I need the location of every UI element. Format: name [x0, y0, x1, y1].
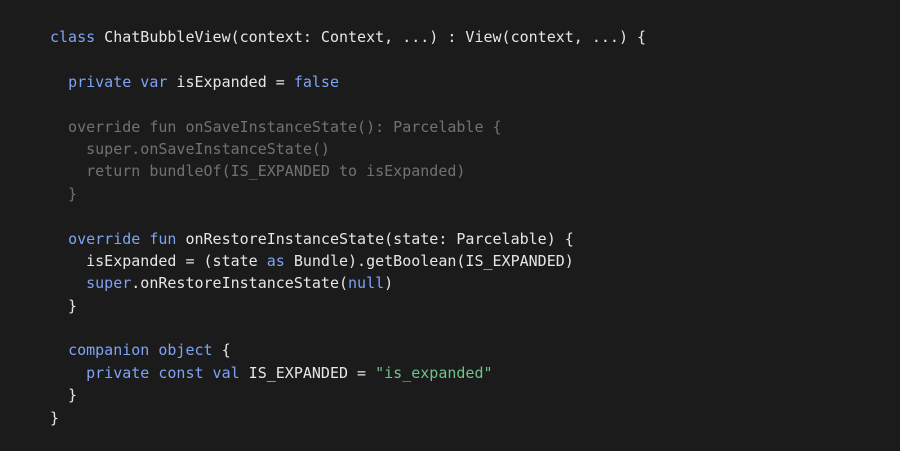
code-keyword: super	[86, 274, 132, 293]
code-text: }	[50, 296, 78, 315]
code-line: private var isExpanded = false	[50, 71, 646, 93]
code-block: class ChatBubbleView(context: Context, .…	[50, 26, 646, 429]
code-keyword: as	[266, 251, 285, 270]
code-line: isExpanded = (state as Bundle).getBoolea…	[50, 250, 646, 272]
code-line: override fun onRestoreInstanceState(stat…	[50, 228, 646, 250]
code-line: }	[50, 295, 646, 317]
code-text: override fun onSaveInstanceState(): Parc…	[50, 117, 502, 136]
code-text: return bundleOf(IS_EXPANDED to isExpande…	[50, 162, 466, 181]
code-text: Bundle).getBoolean(IS_EXPANDED)	[284, 251, 574, 270]
code-keyword: false	[293, 72, 339, 91]
code-keyword: null	[348, 274, 385, 293]
code-text: onRestoreInstanceState(state: Parcelable…	[176, 229, 574, 248]
code-text: {	[212, 341, 231, 360]
code-text: IS_EXPANDED =	[239, 363, 376, 382]
code-line: }	[50, 183, 646, 205]
code-line: class ChatBubbleView(context: Context, .…	[50, 26, 646, 48]
code-keyword: companion object	[68, 341, 213, 360]
code-text: }	[50, 386, 78, 405]
code-text: )	[384, 274, 394, 293]
code-text: }	[50, 408, 60, 427]
code-line: override fun onSaveInstanceState(): Parc…	[50, 116, 646, 138]
code-line: super.onSaveInstanceState()	[50, 138, 646, 160]
code-text: isExpanded =	[167, 72, 294, 91]
code-line: }	[50, 407, 646, 429]
code-text: .onRestoreInstanceState(	[131, 274, 349, 293]
code-text: ChatBubbleView(context: Context, ...) : …	[95, 28, 647, 46]
code-keyword: override fun	[68, 229, 177, 248]
code-line: super.onRestoreInstanceState(null)	[50, 272, 646, 294]
code-keyword: private const val	[86, 363, 240, 382]
code-text: isExpanded = (state	[50, 251, 267, 270]
code-line: }	[50, 384, 646, 406]
code-line: return bundleOf(IS_EXPANDED to isExpande…	[50, 160, 646, 182]
code-keyword: class	[50, 28, 96, 46]
code-keyword: private var	[68, 72, 168, 91]
code-text: super.onSaveInstanceState()	[50, 139, 330, 158]
code-string: "is_expanded"	[375, 363, 493, 382]
code-line: private const val IS_EXPANDED = "is_expa…	[50, 362, 646, 384]
code-editor-panel: class ChatBubbleView(context: Context, .…	[0, 0, 900, 451]
code-line: companion object {	[50, 339, 646, 361]
code-text: }	[50, 184, 78, 203]
